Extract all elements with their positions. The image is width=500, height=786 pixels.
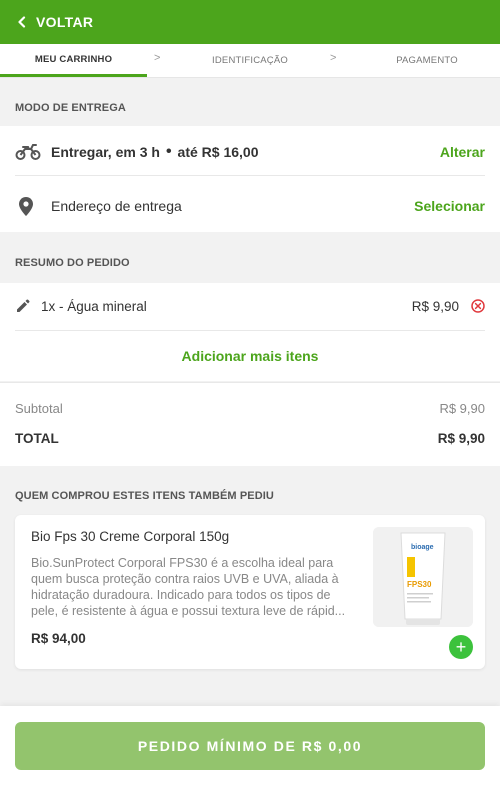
add-more-row: Adicionar mais itens (15, 331, 485, 381)
step-separator: > (154, 52, 161, 64)
back-button[interactable]: VOLTAR (36, 14, 93, 30)
order-item-price: R$ 9,90 (411, 298, 459, 314)
checkout-steps: MEU CARRINHO > IDENTIFICAÇÃO > PAGAMENTO (0, 44, 500, 78)
step-separator: > (330, 52, 337, 64)
divider (15, 175, 485, 176)
recommendations-section-title: QUEM COMPROU ESTES ITENS TAMBÉM PEDIU (15, 490, 274, 502)
recommended-product-card[interactable]: Bio Fps 30 Creme Corporal 150g Bio.SunPr… (15, 515, 485, 669)
delivery-card: Entregar, em 3 h • até R$ 16,00 Alterar … (0, 126, 500, 232)
location-pin-icon (15, 196, 51, 216)
product-image: bioage FPS30 (373, 527, 473, 627)
subtotal-label: Subtotal (15, 400, 63, 416)
product-title: Bio Fps 30 Creme Corporal 150g (31, 529, 230, 544)
order-item-label: 1x - Água mineral (41, 298, 147, 314)
subtotal-value: R$ 9,90 (439, 400, 485, 416)
list-item: 1x - Água mineral R$ 9,90 (15, 283, 485, 329)
brand-logo-text: bioage (411, 544, 434, 551)
delivery-address-row: Endereço de entrega Selecionar (15, 180, 485, 232)
motorcycle-icon (15, 143, 51, 161)
subtotal-row: Subtotal R$ 9,90 (15, 393, 485, 423)
delivery-price: até R$ 16,00 (177, 144, 259, 160)
step-meu-carrinho[interactable]: MEU CARRINHO (0, 44, 147, 77)
add-to-cart-button[interactable]: + (449, 635, 473, 659)
separator-dot: • (165, 143, 172, 160)
order-card: 1x - Água mineral R$ 9,90 Adicionar mais… (0, 283, 500, 381)
total-value: R$ 9,90 (437, 430, 485, 446)
product-price: R$ 94,00 (31, 631, 86, 646)
product-description: Bio.SunProtect Corporal FPS30 é a escolh… (31, 556, 346, 618)
remove-item-icon[interactable] (471, 299, 485, 313)
step-pagamento[interactable]: PAGAMENTO (352, 44, 500, 77)
spf-badge-text: FPS30 (407, 580, 432, 589)
delivery-mode-row: Entregar, em 3 h • até R$ 16,00 Alterar (15, 126, 485, 178)
step-identificacao[interactable]: IDENTIFICAÇÃO (175, 44, 325, 77)
select-address-button[interactable]: Selecionar (414, 198, 485, 214)
checkout-button[interactable]: PEDIDO MÍNIMO DE R$ 0,00 (15, 722, 485, 770)
total-label: TOTAL (15, 430, 59, 446)
pencil-icon[interactable] (15, 298, 41, 314)
delivery-section-title: MODO DE ENTREGA (15, 102, 126, 114)
chevron-left-icon[interactable] (12, 12, 32, 32)
delivery-mode-text: Entregar, em 3 h (51, 144, 160, 160)
order-section-title: RESUMO DO PEDIDO (15, 257, 130, 269)
add-more-items-button[interactable]: Adicionar mais itens (182, 348, 319, 364)
totals-card: Subtotal R$ 9,90 TOTAL R$ 9,90 (0, 382, 500, 466)
change-delivery-button[interactable]: Alterar (440, 144, 485, 160)
delivery-address-label: Endereço de entrega (51, 198, 182, 214)
top-bar: VOLTAR (0, 0, 500, 44)
total-row: TOTAL R$ 9,90 (15, 423, 485, 453)
footer-bar: PEDIDO MÍNIMO DE R$ 0,00 (0, 706, 500, 786)
